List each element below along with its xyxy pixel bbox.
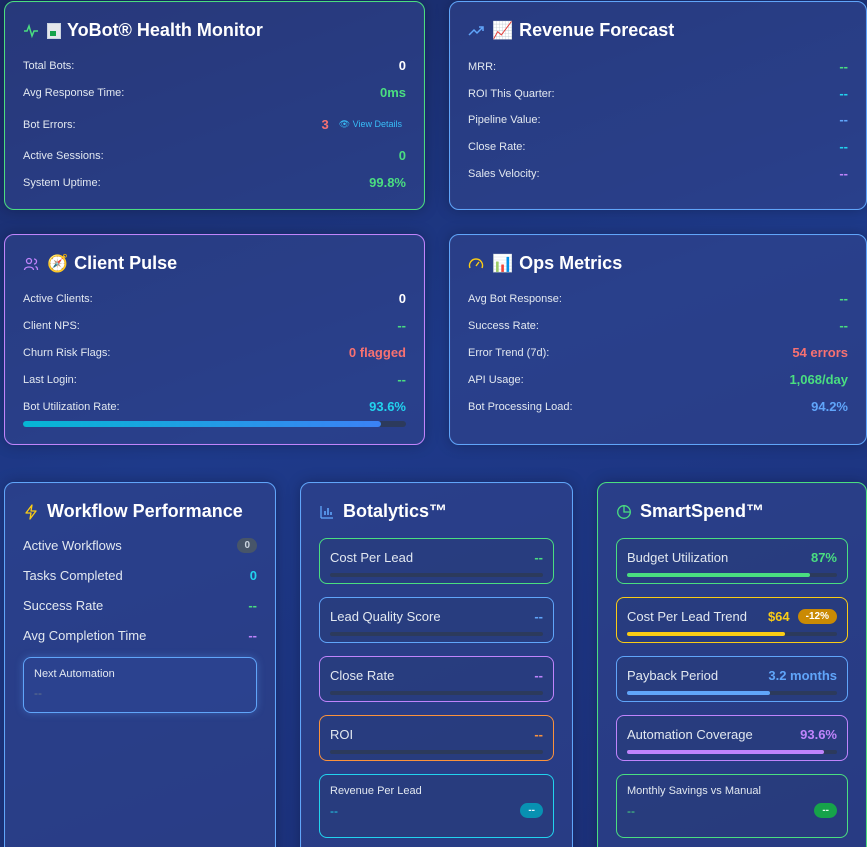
revenue-row-mrr: MRR: --	[468, 59, 848, 74]
active-workflows-badge: 0	[237, 538, 257, 553]
pulse-row-active-clients: Active Clients: 0	[23, 291, 406, 306]
next-automation-box[interactable]: Next Automation --	[23, 657, 257, 713]
revenue-forecast-title: 📈 Revenue Forecast	[468, 20, 674, 41]
broken-image-icon	[47, 22, 61, 39]
chart-emoji-icon: 📈	[492, 20, 514, 40]
ops-row-error-trend: Error Trend (7d): 54 errors	[468, 345, 848, 360]
lightning-icon	[23, 503, 39, 520]
botalytics-card: Botalytics™ Cost Per Lead -- Lead Quality…	[300, 482, 573, 847]
tile-roi[interactable]: ROI --	[319, 715, 554, 761]
bar-chart-icon	[319, 504, 335, 520]
pulse-row-nps: Client NPS: --	[23, 318, 406, 333]
workflow-row-active: Active Workflows 0	[23, 538, 257, 553]
pulse-row-last-login: Last Login: --	[23, 372, 406, 387]
tile-payback-period[interactable]: Payback Period 3.2 months	[616, 656, 848, 702]
botalytics-title: Botalytics™	[319, 501, 447, 522]
utilization-progress-bar	[23, 421, 406, 427]
view-details-link[interactable]: 👁 View Details	[339, 119, 402, 130]
trending-up-icon	[468, 23, 484, 39]
revenue-forecast-card: 📈 Revenue Forecast MRR: -- ROI This Quart…	[449, 1, 867, 210]
next-automation-value: --	[34, 686, 42, 700]
ops-metrics-card: 📊 Ops Metrics Avg Bot Response: -- Succes…	[449, 234, 867, 445]
pulse-row-utilization: Bot Utilization Rate: 93.6%	[23, 399, 406, 414]
revenue-row-sales-velocity: Sales Velocity: --	[468, 166, 848, 181]
pulse-row-churn: Churn Risk Flags: 0 flagged	[23, 345, 406, 360]
tile-automation-coverage[interactable]: Automation Coverage 93.6%	[616, 715, 848, 761]
revenue-row-pipeline: Pipeline Value: --	[468, 112, 848, 127]
ops-row-avg-response: Avg Bot Response: --	[468, 291, 848, 306]
tile-monthly-savings[interactable]: Monthly Savings vs Manual -- --	[616, 774, 848, 838]
revenue-row-roi: ROI This Quarter: --	[468, 86, 848, 101]
workflow-row-avg-time: Avg Completion Time --	[23, 628, 257, 643]
client-pulse-title: 🧭 Client Pulse	[23, 253, 177, 274]
next-automation-label: Next Automation	[34, 668, 115, 680]
revenue-row-close-rate: Close Rate: --	[468, 139, 848, 154]
pie-chart-icon	[616, 504, 632, 520]
health-row-total-bots: Total Bots: 0	[23, 58, 406, 73]
compass-emoji-icon: 🧭	[47, 253, 69, 273]
ops-row-processing-load: Bot Processing Load: 94.2%	[468, 399, 848, 414]
smartspend-title: SmartSpend™	[616, 501, 764, 522]
workflow-row-tasks: Tasks Completed 0	[23, 568, 257, 583]
payback-period-fill	[627, 691, 770, 695]
users-icon	[23, 256, 39, 272]
ops-metrics-title: 📊 Ops Metrics	[468, 253, 622, 274]
smartspend-card: SmartSpend™ Budget Utilization 87% Cost P…	[597, 482, 867, 847]
bar-chart-emoji-icon: 📊	[492, 253, 514, 273]
tile-close-rate[interactable]: Close Rate --	[319, 656, 554, 702]
tile-cost-per-lead[interactable]: Cost Per Lead --	[319, 538, 554, 584]
health-monitor-title: YoBot® Health Monitor	[23, 20, 263, 41]
tile-lead-quality[interactable]: Lead Quality Score --	[319, 597, 554, 643]
automation-coverage-fill	[627, 750, 824, 754]
tile-revenue-per-lead[interactable]: Revenue Per Lead -- --	[319, 774, 554, 838]
health-row-uptime: System Uptime: 99.8%	[23, 175, 406, 190]
ops-row-api-usage: API Usage: 1,068/day	[468, 372, 848, 387]
health-row-active-sessions: Active Sessions: 0	[23, 148, 406, 163]
health-row-bot-errors: Bot Errors: 3 👁 View Details	[23, 117, 402, 132]
workflow-row-success: Success Rate --	[23, 598, 257, 613]
monthly-savings-badge: --	[814, 803, 837, 818]
client-pulse-card: 🧭 Client Pulse Active Clients: 0 Client N…	[4, 234, 425, 445]
tile-cost-per-lead-trend[interactable]: Cost Per Lead Trend $64 -12%	[616, 597, 848, 643]
workflow-performance-title: Workflow Performance	[23, 501, 243, 522]
gauge-icon	[468, 256, 484, 272]
cost-trend-fill	[627, 632, 785, 636]
health-row-avg-response: Avg Response Time: 0ms	[23, 85, 406, 100]
workflow-performance-card: Workflow Performance Active Workflows 0 T…	[4, 482, 276, 847]
tile-budget-utilization[interactable]: Budget Utilization 87%	[616, 538, 848, 584]
activity-icon	[23, 23, 39, 39]
ops-row-success-rate: Success Rate: --	[468, 318, 848, 333]
utilization-progress-fill	[23, 421, 382, 427]
trend-badge: -12%	[797, 608, 837, 624]
revenue-per-lead-badge: --	[520, 803, 543, 818]
budget-utilization-fill	[627, 573, 810, 577]
health-monitor-card: YoBot® Health Monitor Total Bots: 0 Avg R…	[4, 1, 425, 210]
